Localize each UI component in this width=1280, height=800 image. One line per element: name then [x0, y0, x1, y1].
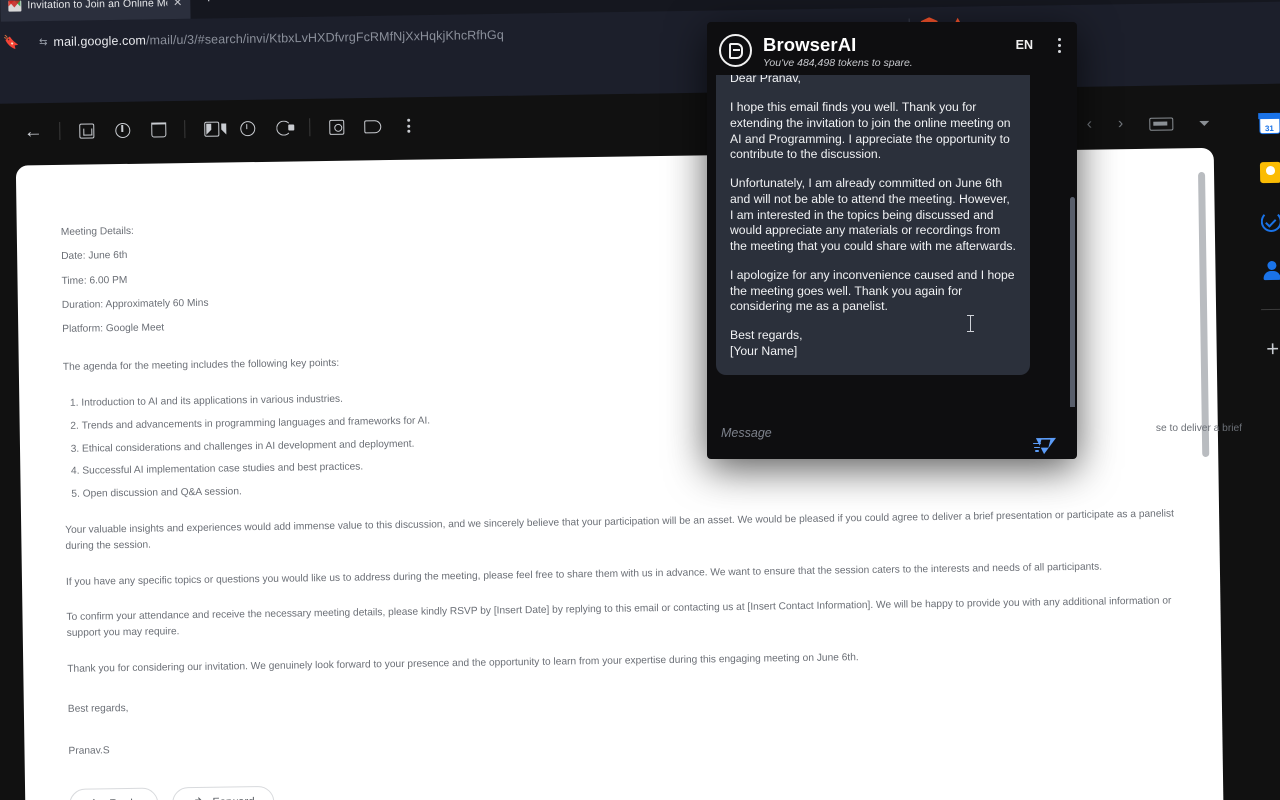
- message-para-3: I apologize for any inconvenience caused…: [730, 267, 1015, 314]
- back-arrow-icon[interactable]: ←: [15, 113, 52, 150]
- next-page-button[interactable]: ›: [1118, 115, 1124, 133]
- pagination-controls: ‹ ›: [1087, 114, 1210, 134]
- gmail-side-rail: +: [1243, 87, 1280, 788]
- keyboard-icon[interactable]: [1149, 116, 1174, 131]
- browserai-titles: BrowserAI You've 484,498 tokens to spare…: [763, 34, 1005, 70]
- text-cursor: [967, 315, 974, 333]
- message-greeting: Dear Pranav,: [730, 75, 801, 86]
- email-signature: Best regards, Pranav.S: [68, 685, 1193, 759]
- chat-area: Dear Pranav, I hope this email finds you…: [707, 75, 1077, 407]
- token-status: You've 484,498 tokens to spare.: [763, 57, 913, 70]
- move-to-icon[interactable]: [318, 109, 355, 146]
- delete-icon[interactable]: [140, 111, 177, 148]
- reply-arrow-icon: ↰: [89, 795, 100, 800]
- paragraph-thanks: Thank you for considering our invitation…: [67, 652, 859, 675]
- browserai-logo-icon: [719, 34, 752, 67]
- tasks-icon[interactable]: [1260, 210, 1280, 233]
- close-icon[interactable]: ✕: [173, 0, 182, 9]
- more-options-icon[interactable]: [390, 108, 427, 145]
- panel-title: BrowserAI: [763, 34, 857, 55]
- archive-icon[interactable]: [68, 112, 105, 149]
- paragraph-rsvp: To confirm your attendance and receive t…: [66, 595, 1172, 640]
- toolbar-divider: [59, 121, 61, 140]
- message-para-1: I hope this email finds you well. Thank …: [730, 100, 1011, 162]
- browserai-panel: BrowserAI You've 484,498 tokens to spare…: [707, 22, 1077, 459]
- reply-button[interactable]: ↰ Reply: [69, 787, 159, 800]
- email-scrollbar[interactable]: [1198, 171, 1210, 458]
- sign-off: Best regards,: [67, 702, 129, 715]
- sender-name: Pranav.S: [68, 744, 110, 757]
- message-sign-off: Best regards,: [730, 327, 803, 342]
- forward-label: Forward: [212, 794, 254, 800]
- paragraph-value: Your valuable insights and experiences w…: [65, 508, 1175, 552]
- new-tab-button[interactable]: +: [204, 0, 213, 7]
- screen: Search mail ? P ←: [0, 0, 1280, 800]
- report-spam-icon[interactable]: [104, 112, 141, 149]
- rail-divider: [1261, 308, 1280, 311]
- bookmark-icon[interactable]: 🔖: [3, 34, 19, 50]
- assistant-message: Dear Pranav, I hope this email finds you…: [716, 75, 1030, 376]
- message-composer: Message: [707, 407, 1077, 459]
- message-sign-name: [Your Name]: [730, 343, 798, 358]
- url-host: mail.google.com: [53, 33, 147, 49]
- forward-button[interactable]: ↱ Forward: [172, 786, 275, 800]
- gmail-favicon: [8, 0, 22, 12]
- site-info-icon[interactable]: ⇆: [39, 37, 47, 48]
- add-addon-button[interactable]: +: [1266, 336, 1279, 361]
- paragraph-topics: If you have any specific topics or quest…: [65, 561, 1103, 588]
- send-icon-trail: [1033, 443, 1042, 452]
- contacts-icon[interactable]: [1261, 260, 1280, 281]
- language-selector[interactable]: EN: [1016, 34, 1033, 52]
- gmail-app: Search mail ? P ←: [0, 24, 1280, 800]
- address-bar[interactable]: ⇆ mail.google.com/mail/u/3/#search/invi/…: [29, 22, 514, 56]
- chat-scrollbar[interactable]: [1070, 197, 1075, 407]
- reply-label: Reply: [109, 795, 139, 800]
- toolbar-divider: [309, 118, 311, 137]
- occluded-email-text: se to deliver a brief: [1155, 423, 1242, 434]
- keep-icon[interactable]: [1259, 161, 1280, 184]
- chevron-down-icon[interactable]: [1199, 120, 1210, 126]
- snooze-icon[interactable]: [229, 110, 266, 147]
- add-to-tasks-icon[interactable]: [265, 109, 302, 146]
- labels-icon[interactable]: [354, 108, 391, 145]
- email-actions: ↰ Reply ↱ Forward: [69, 773, 1193, 800]
- message-para-2: Unfortunately, I am already committed on…: [730, 176, 1016, 254]
- prev-page-button[interactable]: ‹: [1087, 116, 1093, 134]
- forward-arrow-icon: ↱: [192, 793, 203, 800]
- toolbar-divider: [184, 120, 186, 139]
- more-vertical-icon[interactable]: [1058, 34, 1061, 53]
- url-text: mail.google.com/mail/u/3/#search/invi/Kt…: [53, 28, 504, 49]
- url-path: /mail/u/3/#search/invi/KtbxLvHXDfvrgFcRM…: [145, 27, 504, 48]
- browserai-header: BrowserAI You've 484,498 tokens to spare…: [707, 22, 1077, 75]
- mark-unread-icon[interactable]: [193, 110, 230, 147]
- message-input[interactable]: Message: [721, 426, 1033, 440]
- send-button[interactable]: [1031, 427, 1065, 457]
- tab-title: Invitation to Join an Online Mee: [27, 0, 168, 12]
- calendar-icon[interactable]: [1258, 112, 1280, 135]
